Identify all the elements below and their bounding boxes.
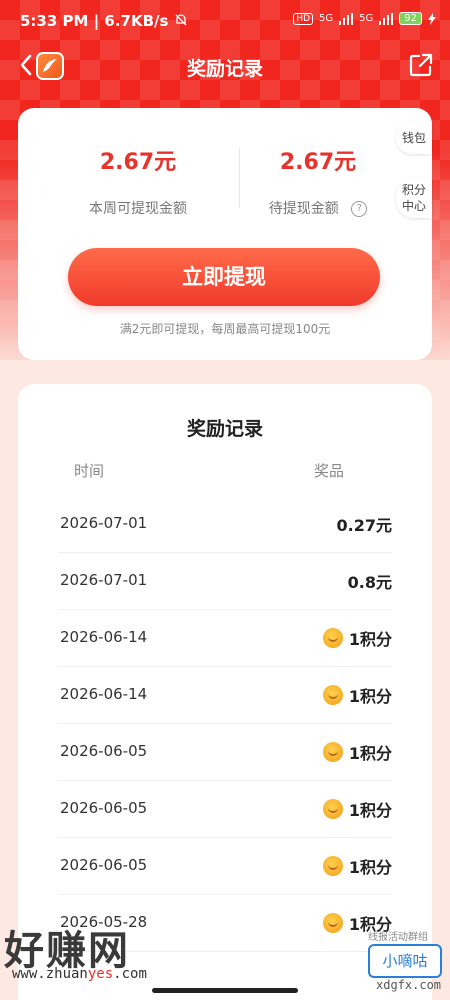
share-icon[interactable] <box>406 50 436 80</box>
record-date: 2026-06-14 <box>60 628 148 646</box>
pending-amount-row: 待提现金额 ? <box>218 198 418 218</box>
record-prize-text: 1积分 <box>348 630 392 649</box>
record-prize: 0.27元 <box>337 512 392 536</box>
coin-icon <box>322 742 343 762</box>
withdraw-now-button[interactable]: 立即提现 <box>68 248 380 306</box>
pending-amount-label: 待提现金额 <box>268 201 339 217</box>
record-prize-text: 0.8元 <box>347 573 392 592</box>
record-prize-text: 1积分 <box>348 744 392 763</box>
week-withdrawable: 2.67元 本周可提现金额 <box>38 144 238 218</box>
record-prize: 1积分 <box>322 797 392 821</box>
status-indicators: HD 5G 5G 92 <box>293 12 436 25</box>
table-row: 2026-07-01 0.8元 <box>58 553 392 610</box>
record-date: 2026-07-01 <box>60 514 148 532</box>
watermark-right-url: xdgfx.com <box>376 978 442 992</box>
home-indicator[interactable] <box>152 988 298 993</box>
status-time: 5:33 PM | 6.7KB/s <box>20 12 188 30</box>
withdraw-summary-card: 2.67元 本周可提现金额 2.67元 待提现金额 ? 立即提现 满2元即可提现… <box>18 108 432 360</box>
points-center-button[interactable]: 积分 中心 <box>396 178 432 218</box>
charging-icon <box>428 12 436 25</box>
watermark-url-prefix: www.zhuan <box>12 966 88 982</box>
signal-icon <box>339 12 354 25</box>
record-prize: 1积分 <box>322 740 392 764</box>
points-center-line2: 中心 <box>401 199 426 213</box>
signal-icon <box>379 12 394 25</box>
record-date: 2026-06-05 <box>60 856 148 874</box>
records-title: 奖励记录 <box>186 418 263 440</box>
week-amount: 2.67元 <box>99 150 177 175</box>
column-header-prize: 奖品 <box>314 462 345 480</box>
week-amount-label: 本周可提现金额 <box>89 201 187 217</box>
watermark-url-suffix: .com <box>113 966 147 982</box>
pending-withdraw: 2.67元 待提现金额 ? <box>218 144 418 218</box>
table-row: 2026-06-05 1积分 <box>58 781 392 838</box>
record-prize: 1积分 <box>322 854 392 878</box>
table-row: 2026-06-14 1积分 <box>58 667 392 724</box>
watermark-right-caption: 线报活动群组 <box>368 932 428 943</box>
bell-off-icon <box>175 14 187 26</box>
record-prize-text: 1积分 <box>348 801 392 820</box>
status-bar: 5:33 PM | 6.7KB/s HD 5G 5G 92 <box>0 0 450 44</box>
table-row: 2026-07-01 0.27元 <box>58 496 392 553</box>
record-date: 2026-07-01 <box>60 571 148 589</box>
watermark-right-logo: 小嘀咕 <box>368 944 442 978</box>
coin-icon <box>322 856 343 876</box>
table-row: 2026-06-05 1积分 <box>58 724 392 781</box>
record-prize: 0.8元 <box>348 569 392 593</box>
wallet-button[interactable]: 钱包 <box>396 122 432 154</box>
watermark-url-accent: yes <box>87 966 114 982</box>
pending-amount: 2.67元 <box>279 150 357 175</box>
watermark-url: www.zhuanyes.com <box>12 966 147 982</box>
record-prize-text: 1积分 <box>348 687 392 706</box>
record-date: 2026-06-05 <box>60 799 148 817</box>
coin-icon <box>322 799 343 819</box>
battery-icon: 92 <box>399 12 422 25</box>
column-header-time: 时间 <box>74 462 105 480</box>
reward-records-card: 奖励记录 时间 奖品 2026-07-01 0.27元 2026-07-01 0.8元… <box>18 384 432 1000</box>
coin-icon <box>322 685 343 705</box>
points-center-line1: 积分 <box>401 183 426 197</box>
record-prize: 1积分 <box>322 683 392 707</box>
record-prize-text: 0.27元 <box>336 516 392 535</box>
coin-icon <box>322 913 343 933</box>
record-prize: 1积分 <box>322 626 392 650</box>
record-prize-text: 1积分 <box>348 858 392 877</box>
table-row: 2026-06-05 1积分 <box>58 838 392 895</box>
record-date: 2026-06-05 <box>60 742 148 760</box>
hd-badge: HD <box>293 12 314 25</box>
withdraw-tip: 满2元即可提现，每周最高可提现100元 <box>119 322 331 336</box>
records-list: 2026-07-01 0.27元 2026-07-01 0.8元 2026-06-14 1… <box>58 496 392 952</box>
page-title: 奖励记录 <box>186 58 263 80</box>
table-row: 2026-06-14 1积分 <box>58 610 392 667</box>
nav-bar: 奖励记录 <box>0 44 450 88</box>
help-icon[interactable]: ? <box>351 201 368 217</box>
coin-icon <box>322 628 343 648</box>
record-date: 2026-06-14 <box>60 685 148 703</box>
